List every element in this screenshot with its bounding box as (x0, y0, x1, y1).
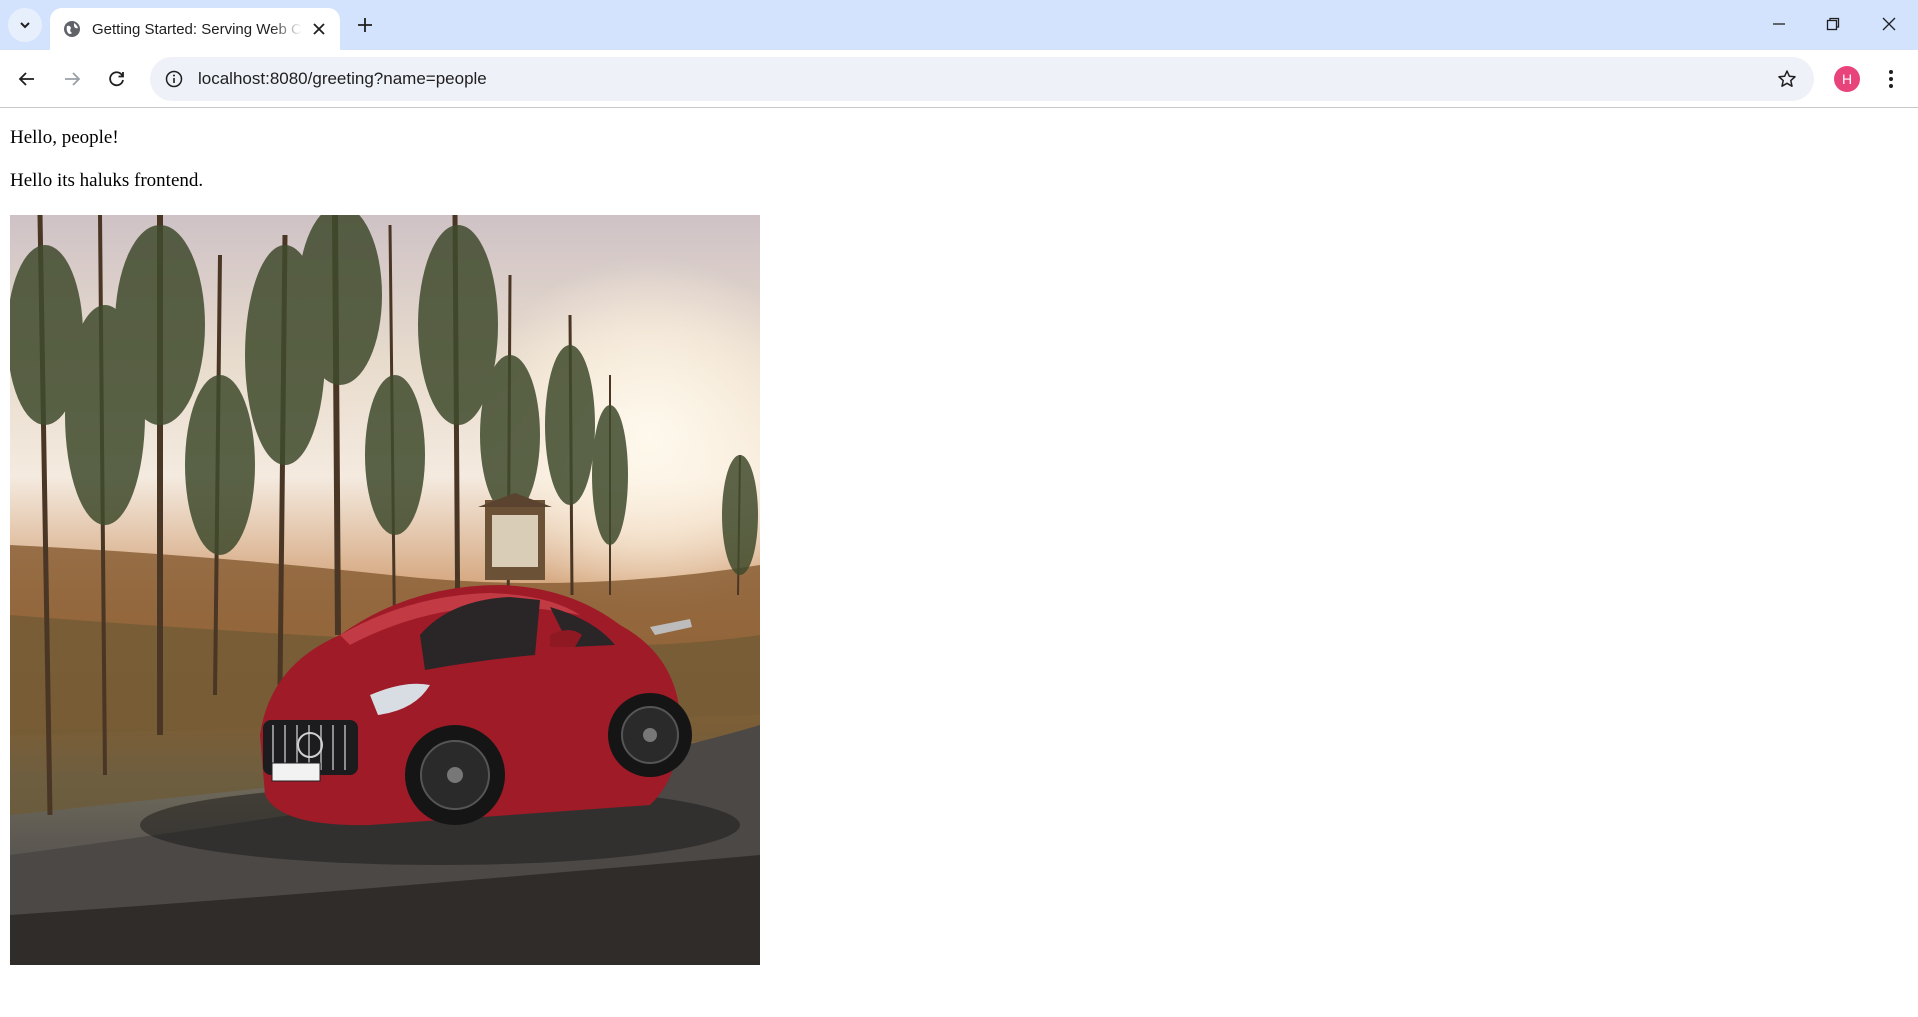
minimize-button[interactable] (1756, 6, 1802, 42)
address-bar[interactable]: localhost:8080/greeting?name=people (150, 57, 1814, 101)
restore-button[interactable] (1810, 6, 1856, 42)
back-button[interactable] (9, 61, 45, 97)
more-vert-icon (1889, 70, 1893, 88)
tab-title: Getting Started: Serving Web Content (92, 20, 302, 38)
arrow-right-icon (65, 72, 81, 86)
browser-toolbar: localhost:8080/greeting?name=people H (0, 50, 1918, 108)
site-info-button[interactable] (156, 61, 192, 97)
new-tab-button[interactable] (352, 12, 378, 38)
restore-icon (1826, 17, 1840, 31)
tab-strip: Getting Started: Serving Web Content (0, 0, 1918, 50)
close-icon (1882, 17, 1896, 31)
greeting-text: Hello, people! (10, 127, 119, 148)
plus-icon (358, 18, 372, 32)
star-icon (1778, 70, 1796, 87)
reload-button[interactable] (99, 61, 135, 97)
red-sports-car (140, 585, 740, 865)
bookmark-button[interactable] (1770, 62, 1804, 96)
message-text: Hello its haluks frontend. (10, 170, 204, 191)
page-content: Hello, people! Hello its haluks frontend… (10, 127, 203, 192)
minimize-icon (1773, 23, 1785, 25)
arrow-left-icon (18, 72, 34, 86)
browser-menu-button[interactable] (1876, 64, 1906, 94)
tab-close-button[interactable] (308, 18, 330, 40)
globe-icon (62, 19, 82, 39)
tab-search-button[interactable] (8, 8, 42, 42)
url-text[interactable]: localhost:8080/greeting?name=people (198, 69, 487, 89)
forward-button[interactable] (54, 61, 90, 97)
close-icon (313, 23, 325, 35)
car-photo (10, 215, 760, 965)
reload-icon (109, 71, 124, 87)
profile-avatar[interactable]: H (1834, 66, 1860, 92)
close-window-button[interactable] (1866, 6, 1912, 42)
active-tab[interactable]: Getting Started: Serving Web Content (50, 8, 340, 50)
chevron-down-icon (20, 22, 30, 29)
info-icon (165, 70, 183, 88)
